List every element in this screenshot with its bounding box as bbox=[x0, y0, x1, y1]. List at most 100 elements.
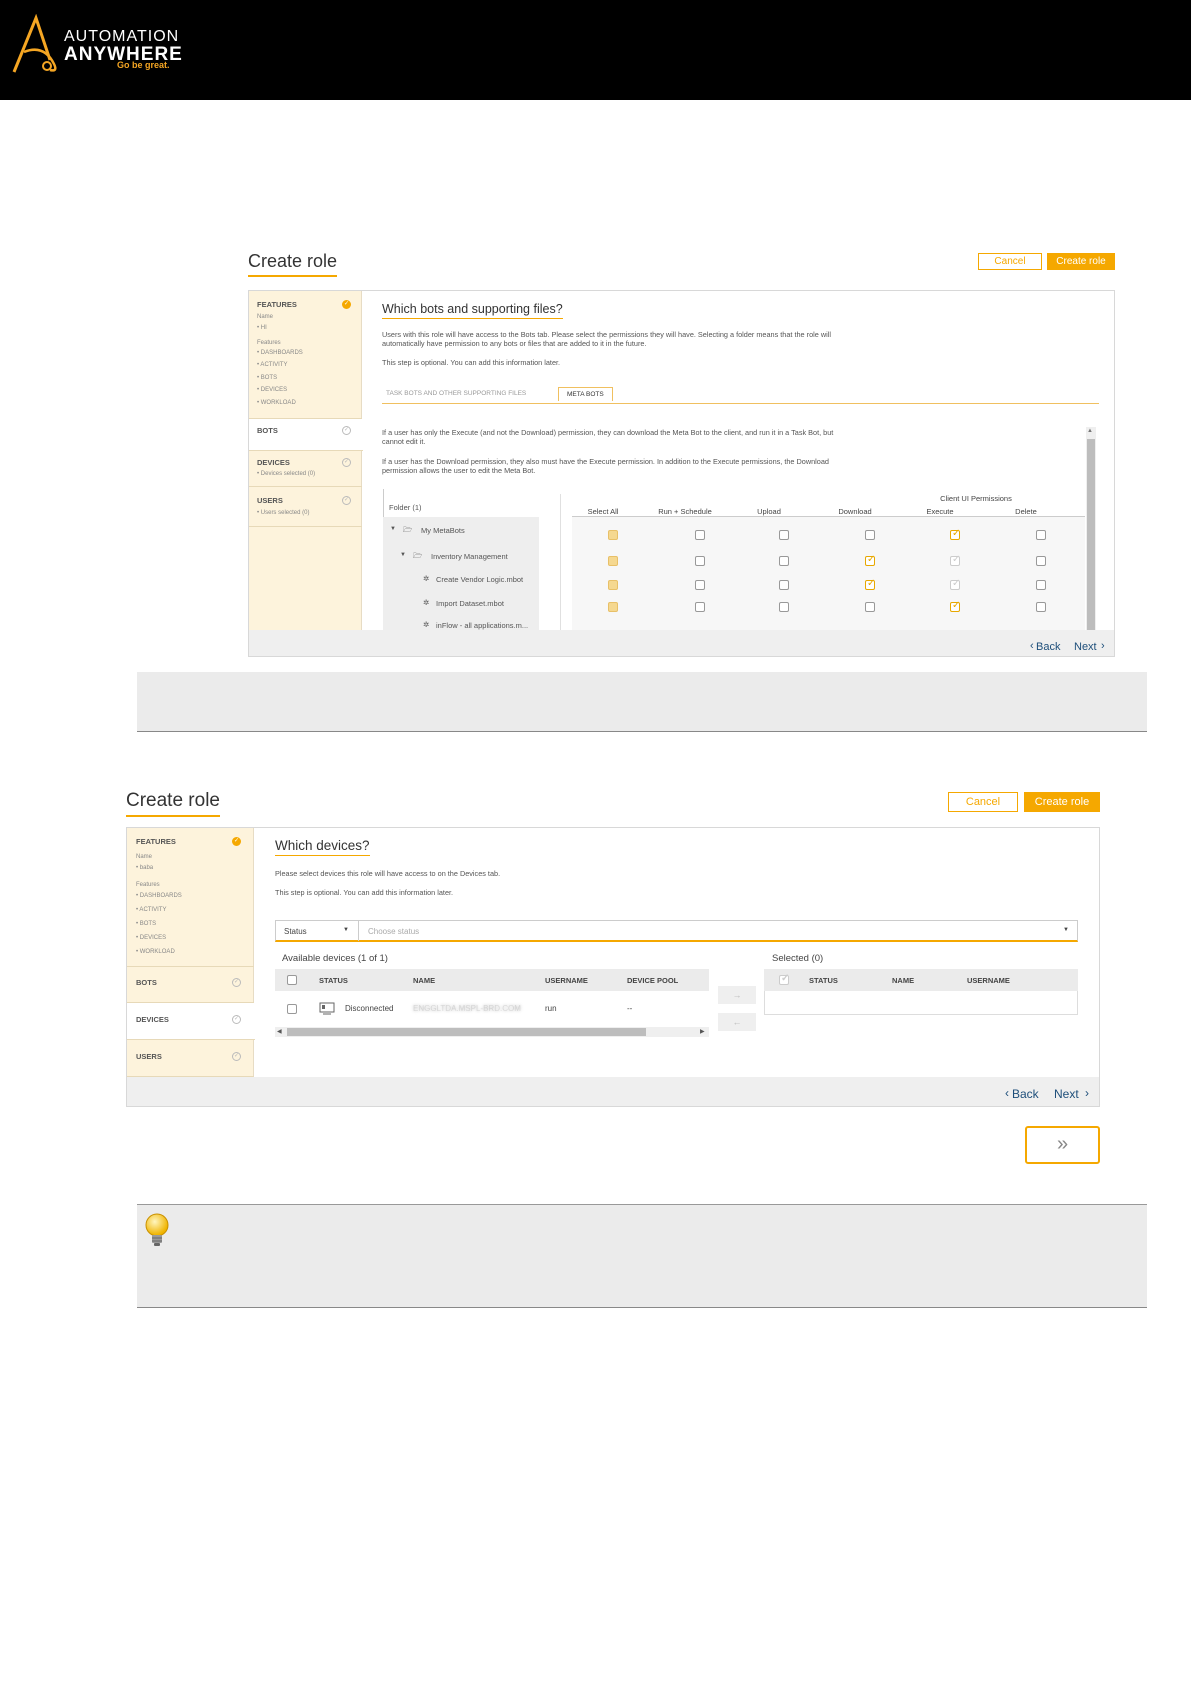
forward-button[interactable]: » bbox=[1025, 1126, 1100, 1164]
row-checkbox[interactable] bbox=[287, 1004, 297, 1014]
scroll-right-icon[interactable]: ▶ bbox=[700, 1028, 705, 1035]
checkbox[interactable] bbox=[950, 600, 960, 612]
checkbox[interactable] bbox=[695, 556, 705, 566]
checkbox[interactable] bbox=[950, 528, 960, 540]
sidebar-item-users[interactable]: USERS ✓ bbox=[127, 1040, 254, 1077]
checkbox[interactable] bbox=[695, 580, 705, 590]
checkbox[interactable] bbox=[695, 530, 705, 540]
step-heading: Which devices? bbox=[275, 838, 370, 856]
back-link[interactable]: Back bbox=[1012, 1087, 1039, 1101]
horizontal-scrollbar[interactable]: ◀ ▶ bbox=[275, 1027, 709, 1037]
checkbox[interactable] bbox=[1036, 602, 1046, 612]
brand-tagline: Go be great. bbox=[117, 60, 170, 70]
col-name: NAME bbox=[892, 976, 915, 985]
checkbox[interactable] bbox=[1036, 580, 1046, 590]
move-right-button[interactable]: → bbox=[718, 986, 756, 1004]
scroll-up-icon[interactable]: ▲ bbox=[1087, 428, 1093, 434]
tree-file[interactable]: Import Dataset.mbot bbox=[436, 599, 504, 608]
tab-task-bots[interactable]: TASK BOTS AND OTHER SUPPORTING FILES bbox=[386, 390, 526, 397]
checkbox[interactable] bbox=[608, 602, 618, 612]
caret-down-icon[interactable]: ▼ bbox=[400, 552, 406, 558]
bots-heading: BOTS bbox=[257, 426, 278, 435]
device-icon bbox=[319, 1002, 335, 1015]
sidebar-features[interactable]: FEATURES ✓ Name • HI Features • DASHBOAR… bbox=[249, 291, 362, 419]
next-link[interactable]: Next bbox=[1054, 1087, 1079, 1101]
select-all-checkbox[interactable] bbox=[287, 975, 297, 985]
tree-folder[interactable]: My MetaBots bbox=[421, 526, 465, 535]
next-chevron-icon[interactable]: › bbox=[1085, 1086, 1089, 1100]
table-row[interactable]: Disconnected ENGGLTDA.MSPL-BRD.COM run -… bbox=[275, 991, 709, 1027]
tree-file[interactable]: Create Vendor Logic.mbot bbox=[436, 575, 523, 584]
checkbox[interactable] bbox=[779, 580, 789, 590]
checkbox[interactable] bbox=[950, 578, 960, 590]
checkbox[interactable] bbox=[865, 578, 875, 590]
cancel-button[interactable]: Cancel bbox=[978, 253, 1042, 270]
checkbox[interactable] bbox=[779, 602, 789, 612]
scrollbar-thumb[interactable] bbox=[1087, 439, 1095, 630]
sidebar-item-devices[interactable]: DEVICES ✓ bbox=[127, 1003, 255, 1040]
chevron-down-icon[interactable]: ▼ bbox=[1063, 927, 1069, 933]
sidebar-item-users[interactable]: USERS ✓ • Users selected (0) bbox=[249, 487, 362, 527]
back-chevron-icon[interactable]: ‹ bbox=[1030, 640, 1034, 652]
sidebar-item-bots[interactable]: BOTS ✓ bbox=[249, 419, 363, 451]
select-all-checkbox[interactable] bbox=[779, 973, 789, 985]
feature-item: • BOTS bbox=[257, 375, 278, 381]
selected-grid-header: STATUS NAME USERNAME bbox=[764, 969, 1078, 991]
caret-down-icon[interactable]: ▼ bbox=[390, 526, 396, 532]
feature-item: • BOTS bbox=[136, 921, 157, 927]
feature-item: • ACTIVITY bbox=[257, 362, 288, 368]
checkbox[interactable] bbox=[865, 602, 875, 612]
folder-icon: 🗁 bbox=[413, 551, 423, 560]
checkbox[interactable] bbox=[865, 554, 875, 566]
device-name-blurred: ENGGLTDA.MSPL-BRD.COM bbox=[413, 1004, 521, 1013]
check-circle-icon: ✓ bbox=[232, 978, 241, 987]
checkbox[interactable] bbox=[779, 530, 789, 540]
back-link[interactable]: Back bbox=[1036, 641, 1060, 653]
checkbox[interactable] bbox=[779, 556, 789, 566]
tip-box bbox=[137, 1204, 1147, 1308]
cancel-button[interactable]: Cancel bbox=[948, 792, 1018, 812]
wizard-sidebar: FEATURES ✓ Name • baba Features • DASHBO… bbox=[127, 828, 255, 1077]
scroll-left-icon[interactable]: ◀ bbox=[277, 1028, 282, 1035]
device-pool: -- bbox=[627, 1004, 633, 1013]
sidebar-item-devices[interactable]: DEVICES ✓ • Devices selected (0) bbox=[249, 451, 362, 487]
devices-sub: • Devices selected (0) bbox=[257, 471, 316, 477]
next-chevron-icon[interactable]: › bbox=[1101, 640, 1105, 652]
checkbox[interactable] bbox=[1036, 530, 1046, 540]
checkbox[interactable] bbox=[865, 530, 875, 540]
checkbox[interactable] bbox=[608, 530, 618, 540]
users-sub: • Users selected (0) bbox=[257, 510, 310, 516]
checkbox[interactable] bbox=[695, 602, 705, 612]
feature-item: • ACTIVITY bbox=[136, 907, 167, 913]
status-select[interactable]: Choose status bbox=[368, 927, 419, 936]
status-filter: Status ▼ Choose status ▼ bbox=[275, 920, 1078, 942]
move-left-button[interactable]: ← bbox=[718, 1013, 756, 1031]
device-status: Disconnected bbox=[345, 1004, 394, 1013]
back-chevron-icon[interactable]: ‹ bbox=[1005, 1086, 1009, 1100]
tree-folder[interactable]: Inventory Management bbox=[431, 552, 508, 561]
wizard-footer bbox=[127, 1077, 1099, 1106]
wizard-sidebar: FEATURES ✓ Name • HI Features • DASHBOAR… bbox=[249, 291, 363, 630]
checkbox[interactable] bbox=[1036, 556, 1046, 566]
tree-file[interactable]: inFlow - all applications.m... bbox=[436, 621, 528, 630]
checkbox[interactable] bbox=[608, 580, 618, 590]
check-circle-icon: ✓ bbox=[342, 426, 351, 435]
grid-divider bbox=[560, 494, 561, 630]
next-link[interactable]: Next bbox=[1074, 641, 1097, 653]
tab-meta-bots[interactable]: META BOTS bbox=[558, 387, 613, 401]
devices-heading: DEVICES bbox=[257, 458, 290, 467]
create-role-button[interactable]: Create role bbox=[1047, 253, 1115, 270]
filter-field-select[interactable]: Status bbox=[284, 927, 307, 936]
feature-item: • DASHBOARDS bbox=[136, 893, 182, 899]
scrollbar-thumb[interactable] bbox=[287, 1028, 646, 1036]
checkbox[interactable] bbox=[608, 556, 618, 566]
sidebar-features[interactable]: FEATURES ✓ Name • baba Features • DASHBO… bbox=[127, 828, 254, 967]
create-role-button[interactable]: Create role bbox=[1024, 792, 1100, 812]
client-ui-header: Client UI Permissions bbox=[940, 494, 1012, 503]
check-circle-icon: ✓ bbox=[342, 458, 351, 467]
filter-divider bbox=[358, 921, 359, 941]
checkbox[interactable] bbox=[950, 554, 960, 566]
chevron-down-icon[interactable]: ▼ bbox=[343, 927, 349, 933]
sidebar-item-bots[interactable]: BOTS ✓ bbox=[127, 967, 254, 1003]
feature-item: • WORKLOAD bbox=[257, 400, 296, 406]
